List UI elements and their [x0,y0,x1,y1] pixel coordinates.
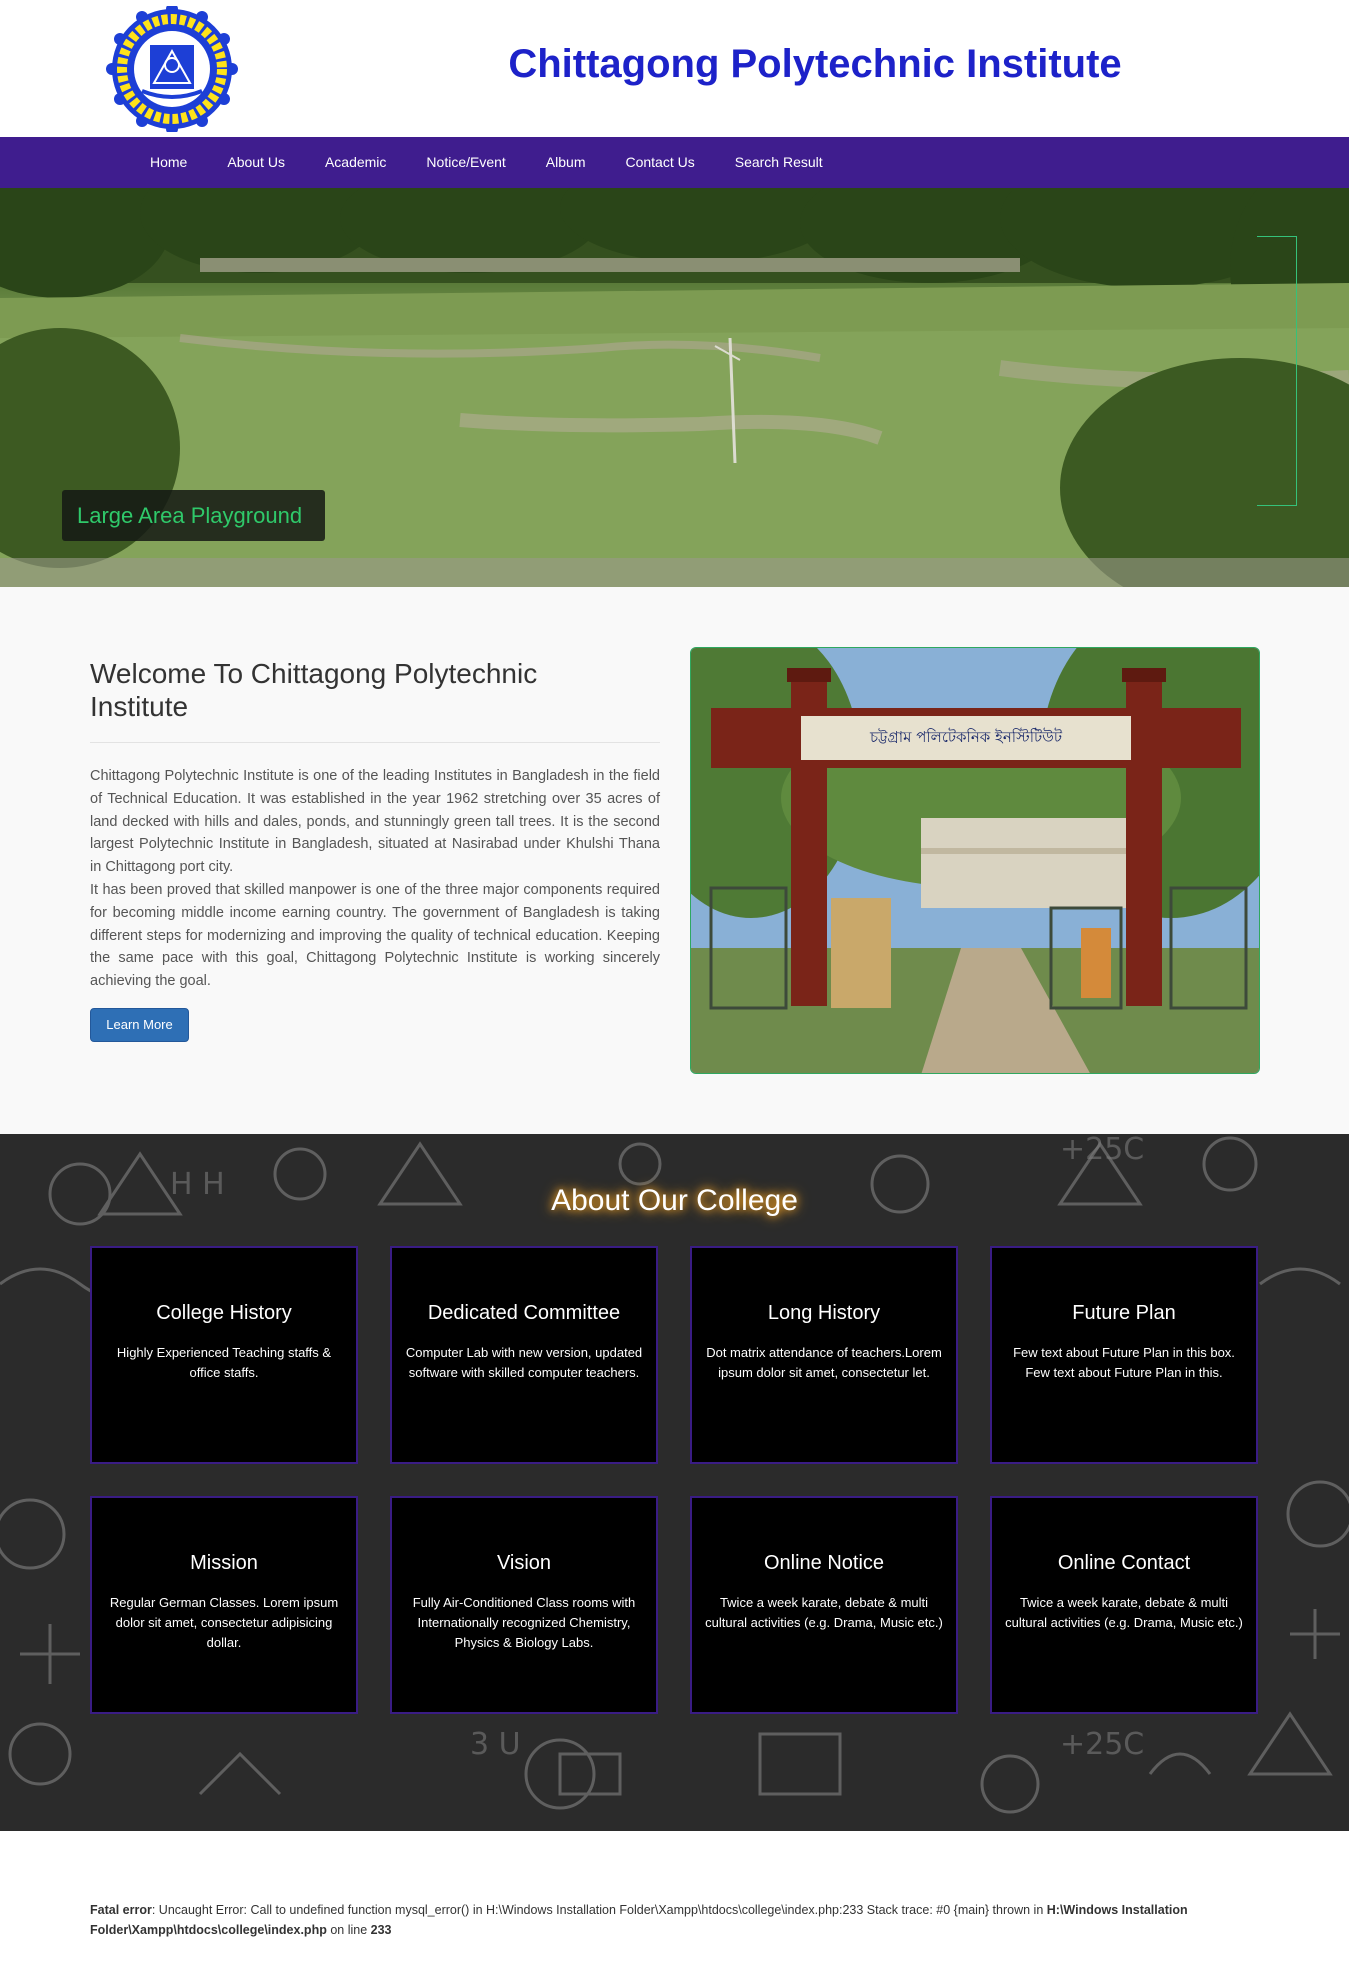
institute-seal-icon[interactable] [104,3,240,135]
nav-search-result[interactable]: Search Result [715,137,843,188]
card-title: Online Notice [763,1552,885,1574]
card-description: Computer Lab with new version, updated s… [405,1345,643,1380]
card-description: Regular German Classes. Lorem ipsum dolo… [109,1595,339,1650]
welcome-text: Chittagong Polytechnic Institute is one … [90,765,660,993]
card-dedicated-committee[interactable]: Dedicated Committee Computer Lab with ne… [390,1246,658,1464]
error-line-text: on line [326,1923,371,1937]
card-online-contact[interactable]: Online Contact Twice a week karate, deba… [990,1496,1258,1714]
card-title: Future Plan [1072,1302,1176,1324]
nav-academic[interactable]: Academic [305,137,406,188]
nav-contact-us[interactable]: Contact Us [605,137,714,188]
svg-text:+25C: +25C [1060,1134,1144,1167]
slide-caption: Large Area Playground [62,490,325,541]
welcome-title: Welcome To Chittagong Polytechnic Instit… [90,658,538,722]
slider-frame-accent [1257,236,1297,506]
card-title: Online Contact [1057,1552,1191,1574]
card-description: Dot matrix attendance of teachers.Lorem … [706,1345,942,1380]
card-college-history[interactable]: College History Highly Experienced Teach… [90,1246,358,1464]
nav-album[interactable]: Album [526,137,606,188]
card-title: College History [156,1302,292,1324]
about-title: About Our College [551,1184,798,1217]
nav-home[interactable]: Home [130,137,207,188]
divider [90,742,660,743]
chalkboard-background: +25C+25C H H3 U [0,1134,1349,1831]
hero-slider[interactable]: Large Area Playground [0,188,1349,587]
card-description: Few text about Future Plan in this box. … [1013,1345,1235,1380]
card-long-history[interactable]: Long History Dot matrix attendance of te… [690,1246,958,1464]
welcome-section: Welcome To Chittagong Polytechnic Instit… [0,587,1349,1134]
site-title: Chittagong Polytechnic Institute [508,42,1122,86]
card-online-notice[interactable]: Online Notice Twice a week karate, debat… [690,1496,958,1714]
campus-gate-photo: চট্টগ্রাম পলিটেকনিক ইনস্টিটিউট [690,647,1260,1074]
card-title: Mission [190,1552,258,1574]
site-header: Chittagong Polytechnic Institute [0,0,1349,137]
card-title: Vision [496,1552,552,1574]
card-vision[interactable]: Vision Fully Air-Conditioned Class rooms… [390,1496,658,1714]
main-navbar: Home About Us Academic Notice/Event Albu… [0,137,1349,188]
card-description: Highly Experienced Teaching staffs & off… [116,1345,332,1380]
card-mission[interactable]: Mission Regular German Classes. Lorem ip… [90,1496,358,1714]
gate-sign-text: চট্টগ্রাম পলিটেকনিক ইনস্টিটিউট [869,728,1063,746]
svg-text:3 U: 3 U [470,1727,521,1762]
about-section: +25C +25C H H3 U About Our College Colleg… [0,1134,1349,1831]
welcome-paragraph-1: Chittagong Polytechnic Institute is one … [90,768,660,876]
card-title: Dedicated Committee [427,1302,621,1324]
card-description: Fully Air-Conditioned Class rooms with I… [412,1595,636,1650]
error-message: : Uncaught Error: Call to undefined func… [151,1903,1047,1917]
learn-more-button[interactable]: Learn More [90,1008,189,1042]
card-title: Long History [767,1302,881,1324]
php-fatal-error: Fatal error: Uncaught Error: Call to und… [90,1900,1270,1940]
card-description: Twice a week karate, debate & multi cult… [705,1595,943,1630]
error-line-number: 233 [370,1923,392,1937]
card-description: Twice a week karate, debate & multi cult… [1005,1595,1243,1630]
svg-text:+25C: +25C [1060,1727,1144,1762]
error-label: Fatal error [90,1903,152,1917]
nav-about-us[interactable]: About Us [207,137,305,188]
card-future-plan[interactable]: Future Plan Few text about Future Plan i… [990,1246,1258,1464]
nav-notice-event[interactable]: Notice/Event [406,137,525,188]
welcome-paragraph-2: It has been proved that skilled manpower… [90,881,660,990]
